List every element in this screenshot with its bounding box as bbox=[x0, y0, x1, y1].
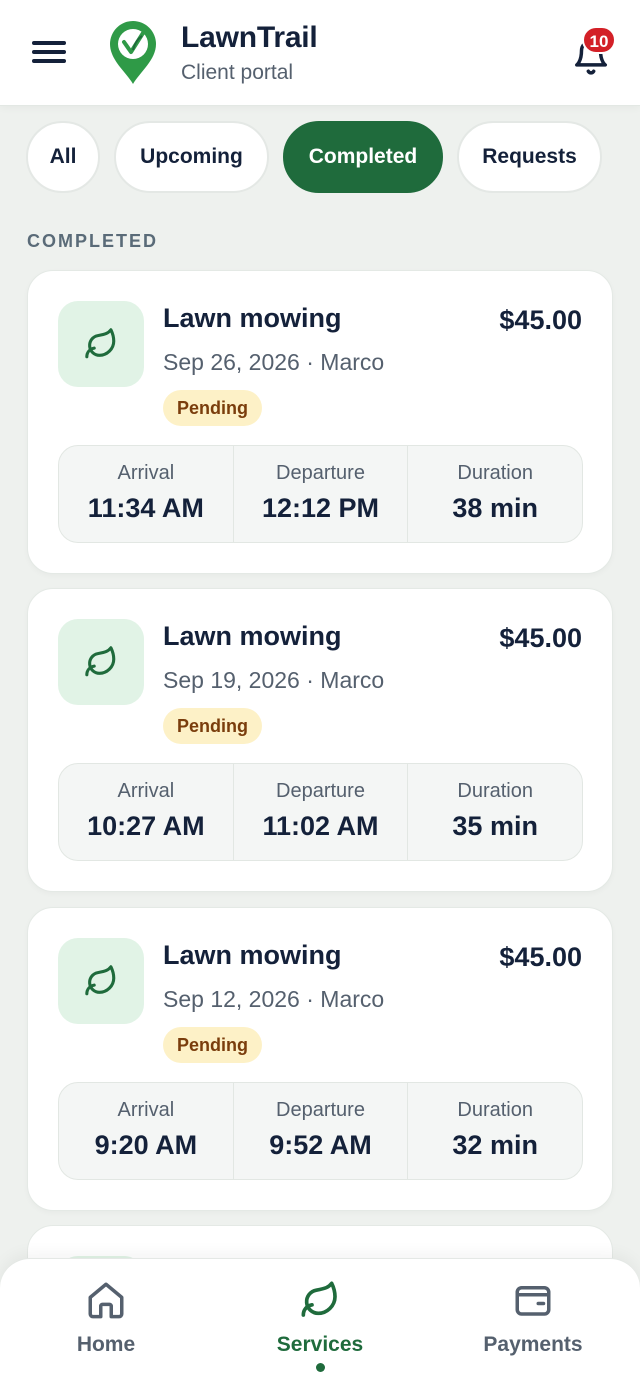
departure-label: Departure bbox=[276, 780, 365, 802]
nav-services-label: Services bbox=[276, 1333, 364, 1356]
service-title: Lawn mowing bbox=[163, 303, 342, 333]
app-header: LawnTrail Client portal 10 bbox=[0, 0, 640, 106]
visit-times: Arrival 10:27 AM Departure 11:02 AM Dura… bbox=[58, 763, 583, 861]
departure-stat: Departure 9:52 AM bbox=[232, 1083, 408, 1179]
bottom-nav: Home Services Payments bbox=[0, 1258, 640, 1385]
app-title: LawnTrail bbox=[181, 21, 318, 54]
visit-times: Arrival 11:34 AM Departure 12:12 PM Dura… bbox=[58, 445, 583, 543]
duration-label: Duration bbox=[457, 780, 533, 802]
filter-tabs: All Upcoming Completed Requests bbox=[26, 121, 602, 194]
service-date-crew: Sep 12, 2026 · Marco bbox=[163, 986, 385, 1012]
app-subtitle: Client portal bbox=[181, 61, 294, 84]
leaf-icon bbox=[58, 938, 144, 1024]
duration-stat: Duration 38 min bbox=[407, 446, 582, 542]
menu-button[interactable] bbox=[30, 38, 68, 66]
tab-completed[interactable]: Completed bbox=[283, 121, 443, 193]
duration-label: Duration bbox=[457, 462, 533, 484]
nav-payments[interactable]: Payments bbox=[458, 1277, 608, 1377]
tab-requests[interactable]: Requests bbox=[457, 121, 602, 193]
service-price: $45.00 bbox=[499, 623, 582, 653]
nav-services[interactable]: Services bbox=[245, 1277, 395, 1377]
tab-all[interactable]: All bbox=[26, 121, 100, 193]
notifications-button[interactable]: 10 bbox=[568, 26, 616, 76]
service-title: Lawn mowing bbox=[163, 940, 342, 970]
lawntrail-logo-icon bbox=[108, 20, 158, 86]
departure-label: Departure bbox=[276, 462, 365, 484]
service-title: Lawn mowing bbox=[163, 621, 342, 651]
visit-card[interactable]: Lawn mowing $45.00 Sep 26, 2026 · Marco … bbox=[27, 270, 613, 574]
visit-card[interactable]: Lawn mowing $45.00 Sep 19, 2026 · Marco … bbox=[27, 588, 613, 892]
arrival-value: 10:27 AM bbox=[87, 811, 205, 841]
service-date-crew: Sep 26, 2026 · Marco bbox=[163, 349, 385, 375]
service-price: $45.00 bbox=[499, 942, 582, 972]
nav-payments-label: Payments bbox=[483, 1333, 583, 1356]
departure-stat: Departure 12:12 PM bbox=[232, 446, 408, 542]
status-badge: Pending bbox=[163, 390, 262, 426]
duration-value: 38 min bbox=[452, 493, 538, 523]
section-heading: COMPLETED bbox=[27, 231, 159, 251]
arrival-label: Arrival bbox=[117, 1099, 175, 1121]
duration-value: 32 min bbox=[452, 1130, 538, 1160]
home-icon bbox=[31, 1277, 181, 1323]
arrival-stat: Arrival 11:34 AM bbox=[59, 446, 233, 542]
arrival-label: Arrival bbox=[117, 462, 175, 484]
duration-value: 35 min bbox=[452, 811, 538, 841]
duration-stat: Duration 35 min bbox=[407, 764, 582, 860]
service-price: $45.00 bbox=[499, 305, 582, 335]
tab-upcoming[interactable]: Upcoming bbox=[114, 121, 269, 193]
arrival-stat: Arrival 10:27 AM bbox=[59, 764, 233, 860]
status-badge: Pending bbox=[163, 708, 262, 744]
leaf-icon bbox=[58, 301, 144, 387]
departure-label: Departure bbox=[276, 1099, 365, 1121]
arrival-stat: Arrival 9:20 AM bbox=[59, 1083, 233, 1179]
active-indicator bbox=[316, 1363, 325, 1372]
duration-stat: Duration 32 min bbox=[407, 1083, 582, 1179]
arrival-label: Arrival bbox=[117, 780, 175, 802]
departure-value: 11:02 AM bbox=[262, 811, 379, 841]
arrival-value: 11:34 AM bbox=[87, 493, 204, 523]
visit-times: Arrival 9:20 AM Departure 9:52 AM Durati… bbox=[58, 1082, 583, 1180]
departure-value: 12:12 PM bbox=[261, 493, 380, 523]
leaf-icon bbox=[245, 1277, 395, 1323]
arrival-value: 9:20 AM bbox=[94, 1130, 198, 1160]
service-date-crew: Sep 19, 2026 · Marco bbox=[163, 667, 385, 693]
departure-stat: Departure 11:02 AM bbox=[232, 764, 408, 860]
visit-card[interactable]: Lawn mowing $45.00 Sep 12, 2026 · Marco … bbox=[27, 907, 613, 1211]
notification-badge: 10 bbox=[582, 26, 616, 54]
status-badge: Pending bbox=[163, 1027, 262, 1063]
wallet-icon bbox=[458, 1277, 608, 1323]
nav-home-label: Home bbox=[76, 1333, 136, 1356]
nav-home[interactable]: Home bbox=[31, 1277, 181, 1377]
leaf-icon bbox=[58, 619, 144, 705]
duration-label: Duration bbox=[457, 1099, 533, 1121]
departure-value: 9:52 AM bbox=[269, 1130, 372, 1160]
